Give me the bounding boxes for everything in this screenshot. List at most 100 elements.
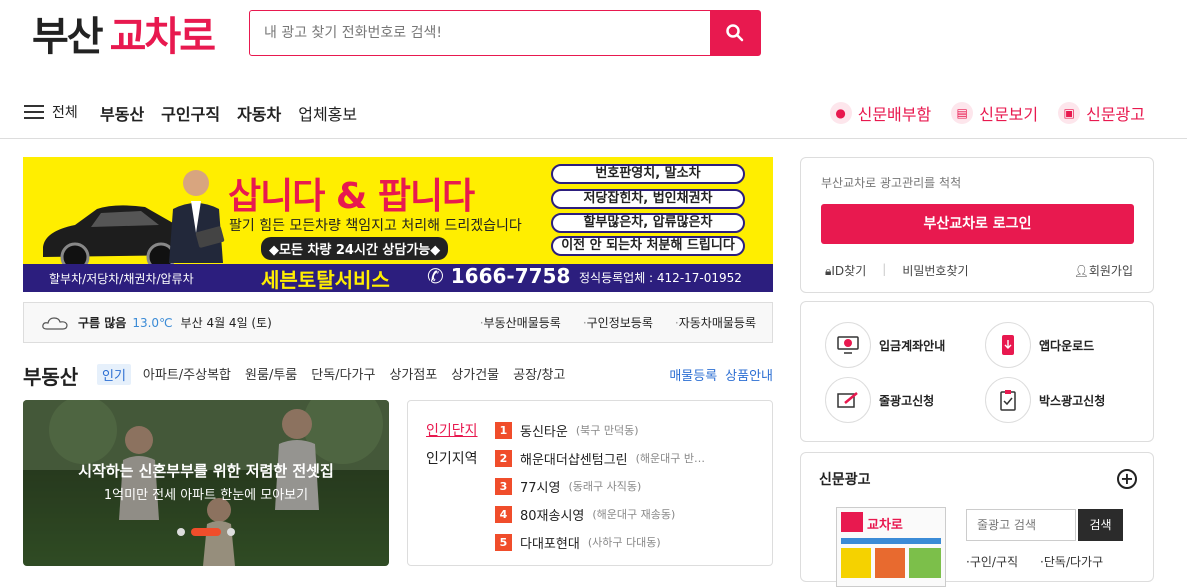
banner-box-3: 할부많은차, 압류많은차 (551, 213, 745, 233)
plus-icon[interactable]: + (1117, 469, 1137, 489)
featured-slide[interactable]: 시작하는 신혼부부를 위한 저렴한 전셋집 1억미만 전세 아파트 한눈에 모아… (23, 400, 389, 566)
search-icon (726, 24, 744, 42)
banner-phone: ✆ 1666-7758 (427, 264, 570, 288)
nav-newspaper-box[interactable]: ● 신문배부함 (829, 101, 932, 125)
weather-condition: 구름 많음 (78, 316, 127, 330)
nav-cars[interactable]: 자동차 (237, 101, 281, 125)
popular-complex-panel: 인기단지 인기지역 1 동신타운 (북구 만덕동) 2 해운대더샵센텀그린 (해운대구 … (407, 400, 773, 566)
slide-overlay (23, 400, 389, 566)
all-menu-button[interactable]: 전체 (24, 102, 78, 122)
nav-business-promo[interactable]: 업체홍보 (298, 101, 357, 125)
tab-oneroom[interactable]: 원룸/투룸 (245, 364, 297, 385)
slide-dot[interactable] (227, 528, 235, 536)
app-download-label: 앱다운로드 (1039, 338, 1095, 353)
deposit-account-link[interactable]: 입금계좌안내 (825, 322, 945, 368)
slide-pagination (23, 528, 389, 536)
complex-name: 77시영 (520, 480, 561, 496)
join-link[interactable]: 👤︎회원가입 (1074, 262, 1133, 279)
banner-box-2: 저당잡힌차, 법인채권차 (551, 189, 745, 209)
search-input[interactable] (250, 11, 710, 55)
list-item[interactable]: 1 동신타운 (북구 만덕동) (495, 416, 705, 444)
list-item[interactable]: 4 80재송시영 (해운대구 재송동) (495, 500, 705, 528)
tab-popular-area[interactable]: 인기지역 (426, 445, 478, 473)
find-password-link[interactable]: 비밀번호찾기 (902, 262, 968, 279)
banner-company: 세븐토탈서비스 (261, 268, 390, 292)
monitor-won-icon (825, 322, 871, 368)
register-car-link[interactable]: 자동차매물등록 (675, 314, 756, 331)
category-house-label: 단독/다가구 (1043, 555, 1104, 569)
cloud-icon (42, 316, 68, 330)
tab-commercial-building[interactable]: 상가건물 (451, 364, 499, 385)
hamburger-icon (24, 105, 44, 119)
nav-newspaper-ad[interactable]: ▣ 신문광고 (1058, 101, 1145, 125)
rank-badge: 1 (495, 421, 512, 439)
category-house[interactable]: ·단독/다가구 (1040, 553, 1103, 570)
login-button[interactable]: 부산교차로 로그인 (821, 204, 1134, 244)
site-logo[interactable]: 부산 교차로 (32, 8, 216, 60)
nav-view-newspaper[interactable]: ▤ 신문보기 (951, 101, 1038, 125)
banner-pill: ◆모든 차량 24시간 상담가능◆ (261, 237, 449, 260)
complex-name: 다대포현대 (520, 536, 580, 552)
complex-name: 동신타운 (520, 424, 568, 440)
newspaper-icon: ▣ (1058, 102, 1081, 124)
banner-box-4: 이전 안 되는차 처분해 드립니다 (551, 236, 745, 256)
deposit-account-label: 입금계좌안내 (879, 338, 946, 353)
box-ad-apply-link[interactable]: 박스광고신청 (985, 377, 1105, 423)
register-job-link[interactable]: 구인정보등록 (583, 314, 653, 331)
line-ad-apply-link[interactable]: 줄광고신청 (825, 377, 934, 423)
banner-subtitle: 팔기 힘든 모든차량 책임지고 처리해 드리겠습니다 (229, 218, 522, 234)
complex-area: (해운대구 반… (635, 452, 706, 465)
box-ad-apply-label: 박스광고신청 (1039, 393, 1106, 408)
product-info-link[interactable]: 상품안내 (725, 365, 773, 384)
rank-badge: 2 (495, 449, 512, 467)
tab-factory[interactable]: 공장/창고 (513, 364, 565, 385)
ad-banner[interactable]: 삽니다 & 팝니다 팔기 힘든 모든차량 책임지고 처리해 드리겠습니다 ◆모든… (23, 157, 773, 292)
search-button[interactable] (710, 11, 760, 55)
user-icon: 👤︎ (1073, 264, 1089, 278)
listing-register-link[interactable]: 매물등록 (669, 365, 717, 384)
tab-apartment[interactable]: 아파트/주상복합 (143, 364, 231, 385)
line-ad-search-input[interactable]: 줄광고 검색 (966, 509, 1076, 541)
nav-realestate[interactable]: 부동산 (100, 101, 144, 125)
tab-popular[interactable]: 인기 (97, 364, 131, 385)
search-box (249, 10, 761, 56)
main-nav: 전체 부동산 구인구직 자동차 업체홍보 ● 신문배부함 ▤ 신문보기 ▣ 신문… (0, 92, 1187, 132)
rank-badge: 5 (495, 533, 512, 551)
salesman-image (169, 170, 225, 263)
weather-bar: 구름 많음 13.0℃ 부산 4월 4일 (토) 부동산매물등록 구인정보등록 … (23, 302, 773, 343)
complex-area: (해운대구 재송동) (592, 508, 676, 521)
complex-area: (동래구 사직동) (568, 480, 642, 493)
banner-title: 삽니다 & 팝니다 (228, 176, 475, 217)
category-jobs[interactable]: ·구인/구직 (966, 553, 1018, 570)
tab-store[interactable]: 상가점포 (389, 364, 437, 385)
nav-newspaper-ad-label: 신문광고 (1086, 105, 1145, 124)
app-download-link[interactable]: 앱다운로드 (985, 322, 1094, 368)
newspaper-thumbnail[interactable]: 교차로 (836, 507, 946, 587)
logo-text-busan: 부산 (32, 14, 104, 60)
nav-view-newspaper-label: 신문보기 (979, 105, 1039, 124)
popular-complex-list: 1 동신타운 (북구 만덕동) 2 해운대더샵센텀그린 (해운대구 반… 3 77시영 (동… (495, 416, 705, 556)
find-id-label: ID찾기 (831, 264, 867, 278)
list-item[interactable]: 2 해운대더샵센텀그린 (해운대구 반… (495, 444, 705, 472)
nav-newspaper-box-label: 신문배부함 (857, 105, 932, 124)
pencil-icon (825, 377, 871, 423)
smartphone-icon (985, 322, 1031, 368)
register-realestate-link[interactable]: 부동산매물등록 (480, 314, 561, 331)
slide-dot-active[interactable] (191, 528, 221, 536)
realestate-section-title: 부동산 (23, 365, 79, 389)
list-item[interactable]: 3 77시영 (동래구 사직동) (495, 472, 705, 500)
line-ad-search-button[interactable]: 검색 (1078, 509, 1123, 541)
find-id-link[interactable]: 🔒︎ID찾기 (825, 262, 866, 279)
newspaper-thumb-logo: 교차로 (867, 518, 903, 533)
realestate-tabs: 인기 아파트/주상복합 원룸/투룸 단독/다가구 상가점포 상가건물 공장/창고 (97, 364, 565, 385)
complex-area: (북구 만덕동) (575, 424, 639, 437)
divider: | (882, 262, 887, 276)
nav-jobs[interactable]: 구인구직 (161, 101, 220, 125)
slide-title: 시작하는 신혼부부를 위한 저렴한 전셋집 (78, 462, 334, 480)
login-panel: 부산교차로 광고관리를 척척 부산교차로 로그인 🔒︎ID찾기 | 비밀번호찾기… (800, 157, 1154, 293)
tab-house[interactable]: 단독/다가구 (311, 364, 375, 385)
list-item[interactable]: 5 다대포현대 (사하구 다대동) (495, 528, 705, 556)
slide-dot[interactable] (177, 528, 185, 536)
tab-popular-complex[interactable]: 인기단지 (426, 417, 478, 445)
login-caption: 부산교차로 광고관리를 척척 (821, 176, 962, 190)
